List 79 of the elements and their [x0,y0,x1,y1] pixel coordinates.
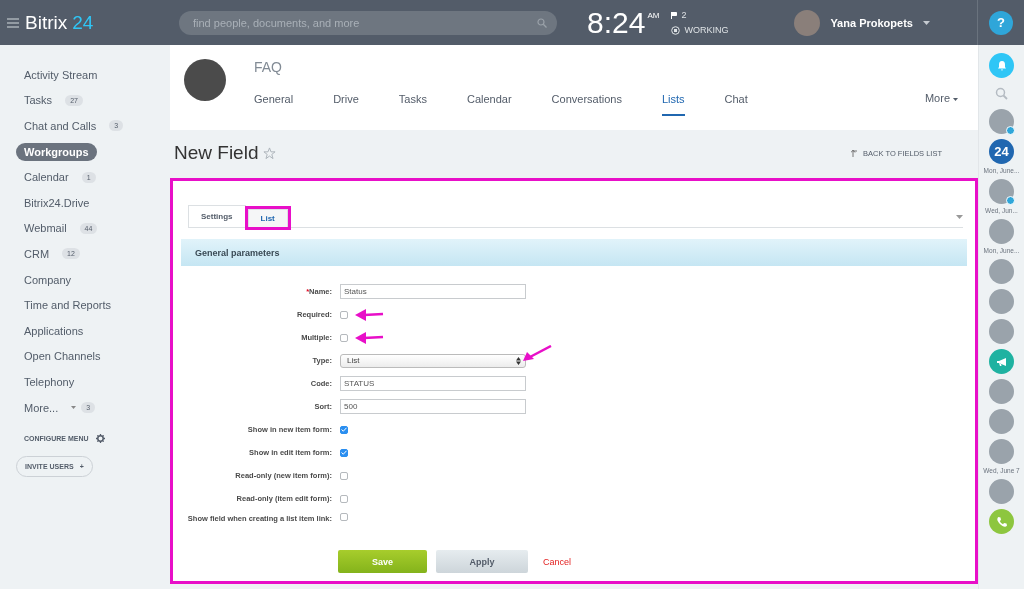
sidebar-item[interactable]: More... [16,398,67,417]
type-select[interactable]: List [340,353,526,368]
clock-meridiem: AM [647,10,660,20]
bell-icon [995,59,1008,72]
group-tab[interactable]: General [254,92,294,116]
checkbox[interactable] [340,448,348,457]
section-header: General parameters [181,239,967,266]
checkbox[interactable] [340,333,348,342]
group-tab[interactable]: Calendar [466,92,512,116]
text-field[interactable]: 500 [340,399,526,414]
group-tab[interactable]: Lists [661,92,685,116]
avatar[interactable] [989,319,1014,344]
sidebar-item[interactable]: Applications [16,321,92,340]
more-tab[interactable]: More [924,92,958,108]
group-tab[interactable]: Chat [724,92,748,116]
form-tab[interactable]: List [247,209,288,227]
avatar[interactable] [989,409,1014,434]
group-title: FAQ [254,59,283,75]
avatar[interactable] [989,289,1014,314]
search-icon[interactable] [995,87,1008,100]
megaphone-button[interactable] [989,349,1014,374]
logo-number: 24 [72,11,94,34]
checkbox[interactable] [340,425,348,434]
text-field[interactable]: STATUS [340,376,526,391]
search-field[interactable]: find people, documents, and more [179,10,557,35]
avatar[interactable] [989,479,1014,504]
phone-icon [995,515,1008,528]
sidebar-item[interactable]: Time and Reports [16,296,120,315]
sidebar-item[interactable]: Tasks [16,91,61,110]
megaphone-icon [995,355,1008,368]
caret-icon [922,20,930,25]
record-icon [671,25,681,35]
avatar[interactable] [989,179,1014,204]
sidebar-item[interactable]: Webmail [16,219,75,238]
dropdown-arrow-icon[interactable] [956,215,963,219]
avatar[interactable] [989,219,1014,244]
clock-time: 8:24 [587,7,646,38]
back-arrow-icon [851,149,859,157]
flag-icon [671,11,678,19]
checkbox[interactable] [340,494,348,503]
sidebar-item[interactable]: CRM [16,244,58,263]
group-tab[interactable]: Tasks [398,92,427,116]
caret-icon [953,98,958,101]
settings-icon[interactable] [95,434,105,444]
logo-avatar[interactable]: 24 [989,139,1014,164]
group-tab[interactable]: Drive [333,92,359,116]
star-icon[interactable] [263,146,277,160]
work-status[interactable]: WORKING [684,25,729,35]
sidebar-item[interactable]: Company [16,270,80,289]
sidebar-item[interactable]: Workgroups [16,142,97,161]
phone-button[interactable] [989,509,1014,534]
notifications-button[interactable] [989,53,1014,78]
checkbox[interactable] [340,471,348,480]
sidebar-item[interactable]: Calendar [16,168,77,187]
apply-button[interactable]: Apply [436,550,528,573]
sidebar-item[interactable]: Activity Stream [16,65,106,84]
group-avatar [184,59,226,101]
sidebar-item[interactable]: Telephony [16,372,83,391]
avatar[interactable] [989,379,1014,404]
text-field[interactable]: Status [340,284,526,299]
logo-text: Bitrix [25,11,68,34]
avatar[interactable] [989,439,1014,464]
checkbox[interactable] [340,310,348,319]
cancel-link[interactable]: Cancel [537,550,577,573]
menu-icon[interactable] [7,17,19,28]
group-tab[interactable]: Conversations [551,92,622,116]
sidebar-item[interactable]: Open Channels [16,347,109,366]
sidebar-item[interactable]: Chat and Calls [16,117,105,135]
sidebar-item[interactable]: Bitrix24.Drive [16,193,98,212]
search-icon [537,17,547,28]
user-avatar[interactable] [794,9,821,36]
checkbox[interactable] [340,513,348,521]
form-tab[interactable]: Settings [188,205,246,227]
avatar[interactable] [989,109,1014,134]
page-title: New Field [174,142,259,164]
user-name[interactable]: Yana Prokopets [830,16,913,29]
updown-arrows-icon [516,356,521,365]
avatar[interactable] [989,259,1014,284]
flag-count: 2 [681,10,687,20]
